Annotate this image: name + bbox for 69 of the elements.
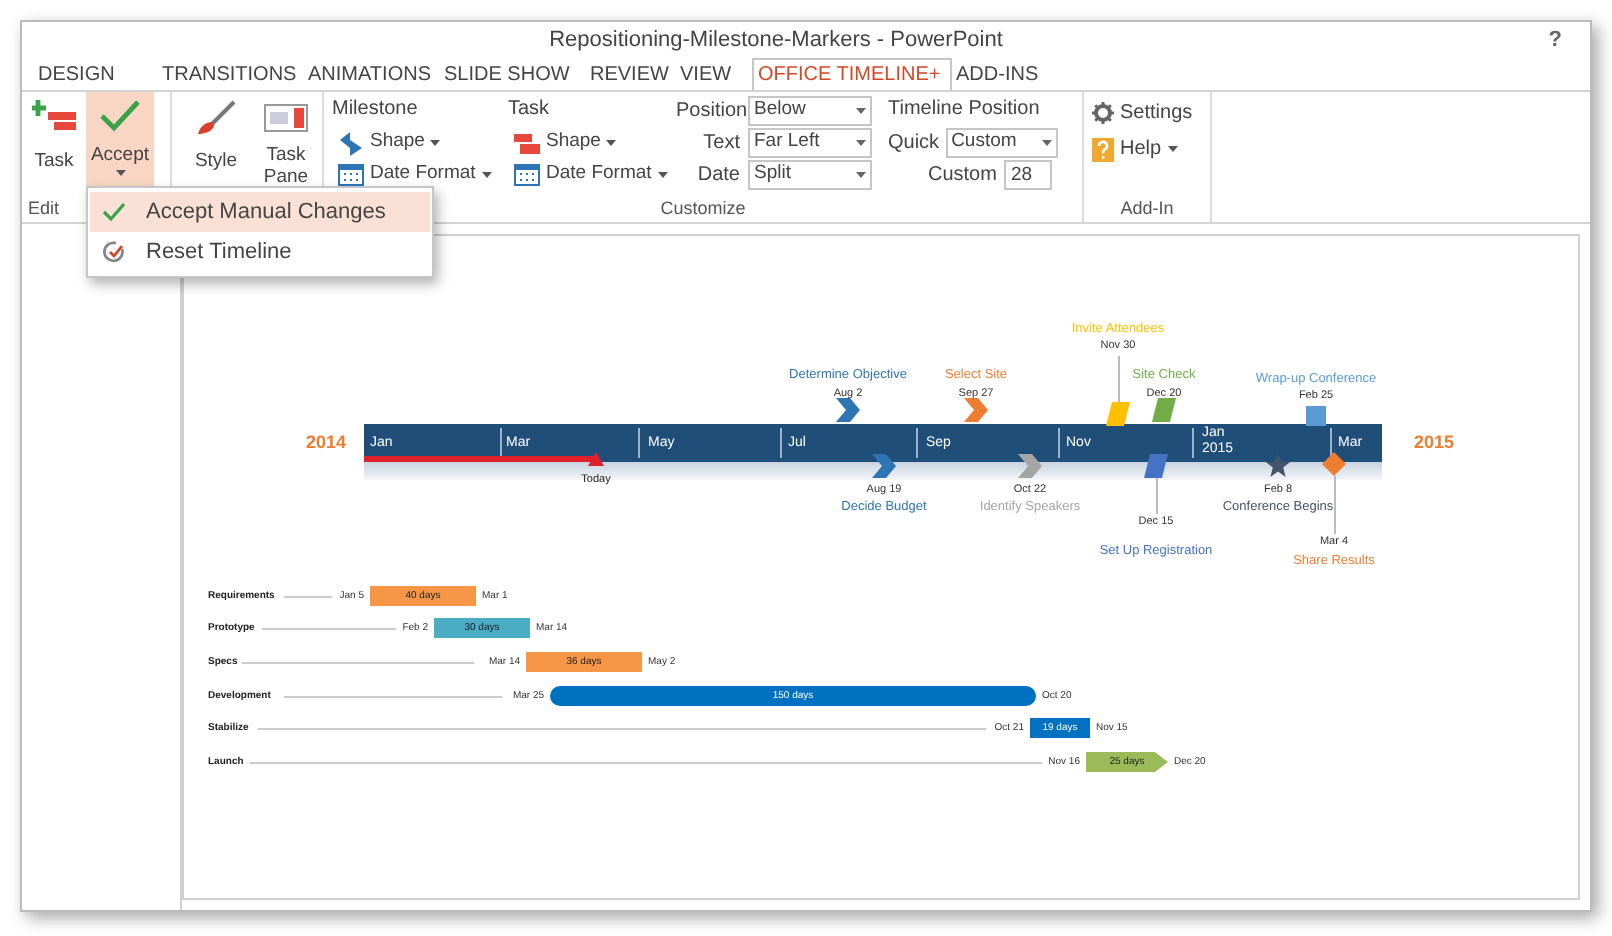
task-shape-button[interactable]: Shape bbox=[508, 128, 672, 156]
milestone-shape-button[interactable]: Shape bbox=[332, 128, 500, 156]
leader-line bbox=[1156, 478, 1158, 514]
caret-icon bbox=[657, 171, 668, 177]
group-label: Edit bbox=[28, 196, 60, 222]
dropdown-field[interactable]: Split bbox=[748, 159, 872, 189]
field-label: Text bbox=[701, 129, 742, 157]
year-label: 2014 bbox=[306, 434, 347, 452]
group-heading: Task bbox=[508, 96, 552, 124]
caret-icon bbox=[856, 171, 866, 177]
caret-icon bbox=[606, 139, 617, 145]
settings-button[interactable]: Settings bbox=[1092, 98, 1193, 128]
ribbon-tab[interactable]: SLIDE SHOW bbox=[440, 58, 586, 90]
task-date-format-button[interactable]: Date Format bbox=[508, 160, 672, 188]
menu-item[interactable]: Reset Timeline bbox=[90, 232, 430, 272]
caret-icon bbox=[856, 107, 866, 113]
field-label: Quick bbox=[888, 129, 942, 157]
caret-icon bbox=[481, 171, 492, 177]
task-button[interactable]: Task bbox=[22, 92, 86, 194]
number-field[interactable]: 28 bbox=[1004, 159, 1053, 189]
milestone-shape-icon bbox=[338, 129, 364, 155]
dropdown-field[interactable]: Far Left bbox=[748, 127, 872, 157]
leader-line bbox=[1118, 356, 1120, 406]
leader-line bbox=[1334, 476, 1336, 534]
caret-icon bbox=[856, 139, 866, 145]
today-marker-icon bbox=[588, 452, 604, 466]
accept-button[interactable]: Accept bbox=[86, 92, 154, 192]
dropdown-field[interactable]: Custom bbox=[945, 127, 1058, 157]
ribbon-tab[interactable]: VIEW bbox=[676, 58, 752, 90]
field-label: Date bbox=[695, 161, 742, 189]
help-menu-button[interactable]: Help bbox=[1092, 134, 1193, 164]
milestone-marker bbox=[1144, 454, 1168, 478]
window-title: Repositioning-Milestone-Markers - PowerPoint bbox=[549, 25, 1003, 56]
help-icon bbox=[1092, 137, 1114, 161]
year-label: 2015 bbox=[1414, 434, 1455, 452]
milestone-marker bbox=[872, 454, 896, 478]
task-pane-icon bbox=[264, 104, 308, 132]
menu-item[interactable]: Accept Manual Changes bbox=[90, 192, 430, 232]
help-button[interactable]: ? bbox=[1548, 24, 1562, 57]
field-label: Position bbox=[676, 97, 748, 125]
group-label: Customize bbox=[660, 196, 746, 222]
reset-icon bbox=[102, 240, 126, 264]
group-label: Add-In bbox=[1120, 196, 1174, 222]
brush-icon bbox=[196, 100, 236, 136]
field-label: Custom bbox=[928, 161, 999, 189]
milestone-marker bbox=[1266, 454, 1290, 478]
dropdown-field[interactable]: Below bbox=[748, 95, 872, 125]
milestone-marker bbox=[1304, 404, 1328, 428]
group-heading: Milestone bbox=[332, 96, 420, 124]
style-button[interactable]: Style bbox=[184, 92, 248, 194]
task-shape-icon bbox=[514, 129, 540, 155]
caret-icon bbox=[115, 170, 125, 176]
task-icon bbox=[32, 100, 76, 132]
milestone-marker bbox=[1322, 452, 1346, 476]
group-heading: Timeline Position bbox=[888, 96, 1042, 124]
ribbon-tab[interactable]: DESIGN bbox=[34, 58, 158, 90]
ribbon-tab[interactable]: OFFICE TIMELINE+ bbox=[752, 58, 952, 90]
checkmark-icon bbox=[98, 98, 142, 134]
ribbon-tab[interactable]: ADD-INS bbox=[952, 58, 1072, 90]
caret-icon bbox=[1041, 139, 1052, 145]
caret-icon bbox=[1167, 146, 1178, 152]
ribbon-tab[interactable]: REVIEW bbox=[586, 58, 676, 90]
ribbon-tab[interactable]: TRANSITIONS bbox=[158, 58, 304, 90]
caret-icon bbox=[430, 139, 441, 145]
calendar-icon bbox=[514, 161, 540, 187]
settings-icon bbox=[1092, 102, 1114, 124]
checkmark-icon bbox=[102, 202, 126, 222]
ribbon-tab[interactable]: ANIMATIONS bbox=[304, 58, 440, 90]
milestone-marker bbox=[1018, 454, 1042, 478]
